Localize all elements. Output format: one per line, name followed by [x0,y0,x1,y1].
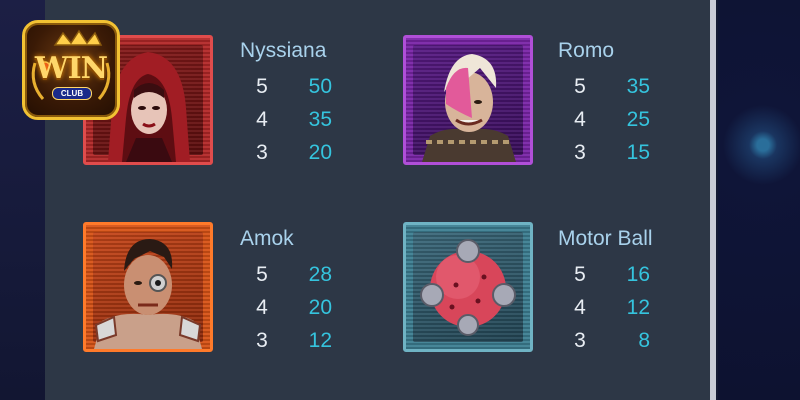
payout-value: 20 [308,296,332,319]
symbol-name: Nyssiana [240,39,327,62]
payout-count: 3 [256,329,268,352]
payout-row: 4 35 [252,107,332,133]
payout-row: 4 12 [570,295,650,321]
payout-row: 5 16 [570,262,650,288]
payout-value: 28 [308,263,332,286]
payout-row: 3 12 [252,328,332,354]
payout-value: 35 [308,108,332,131]
symbol-name: Motor Ball [558,227,653,250]
payout-count: 4 [574,296,586,319]
payout-count: 5 [256,263,268,286]
payout-count: 4 [574,108,586,131]
payout-value: 35 [626,75,650,98]
spiked-ball-icon [420,239,516,336]
payout-count: 3 [574,329,586,352]
symbol-tile-motor-ball [403,222,533,352]
payout-row: 3 20 [252,140,332,166]
payout-value: 8 [638,329,650,352]
payout-count: 5 [574,75,586,98]
payout-row: 3 8 [570,328,650,354]
panel-divider [710,0,716,400]
payout-count: 5 [574,263,586,286]
symbol-tile-romo [403,35,533,165]
symbol-name: Amok [240,227,294,250]
payout-value: 12 [308,329,332,352]
payout-row: 3 15 [570,140,650,166]
payout-row: 5 50 [252,74,332,100]
payout-row: 4 25 [570,107,650,133]
payout-row: 4 20 [252,295,332,321]
payout-count: 3 [256,141,268,164]
symbol-name: Romo [558,39,615,62]
payout-value: 16 [626,263,650,286]
logo-badge: CLUB [52,87,92,100]
payout-row: 5 35 [570,74,650,100]
payout-count: 4 [256,296,268,319]
payout-count: 4 [256,108,268,131]
payout-value: 15 [626,141,650,164]
brand-logo[interactable]: WIN CLUB [22,20,120,120]
right-background [718,0,800,400]
payout-value: 50 [308,75,332,98]
payout-count: 5 [256,75,268,98]
payout-value: 25 [626,108,650,131]
payout-count: 3 [574,141,586,164]
symbol-tile-amok [83,222,213,352]
cyborg-man-icon [94,239,202,349]
payout-value: 20 [308,141,332,164]
logo-brand-text: WIN [34,51,108,86]
payout-row: 5 28 [252,262,332,288]
punk-man-icon [422,54,516,162]
payout-value: 12 [626,296,650,319]
